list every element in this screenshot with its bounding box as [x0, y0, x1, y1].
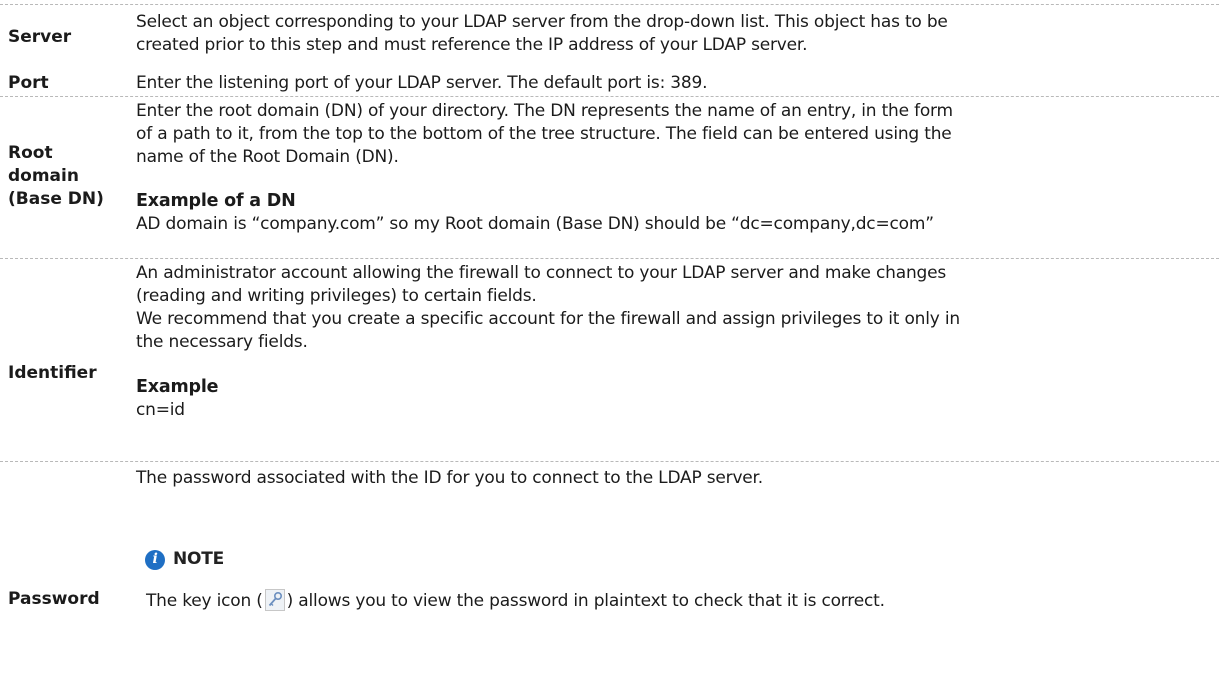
port-label: Port: [8, 73, 49, 93]
root-example-text: AD domain is “company.com” so my Root do…: [136, 214, 934, 234]
server-desc-line-1: Select an object corresponding to your L…: [136, 12, 948, 32]
port-row: Port Enter the listening port of your LD…: [0, 68, 1219, 95]
identifier-label: Identifier: [8, 363, 97, 383]
note-text: The key icon ( ) allows you to view the p…: [146, 589, 1211, 613]
root-desc-line-3: name of the Root Domain (DN).: [136, 147, 399, 167]
root-example-title: Example of a DN: [136, 191, 296, 211]
server-row: Server Select an object corresponding to…: [0, 4, 1219, 69]
server-label: Server: [8, 26, 72, 47]
password-description: The password associated with the ID for …: [136, 467, 1211, 613]
server-description: Select an object corresponding to your L…: [136, 11, 1211, 57]
note-title: NOTE: [173, 549, 225, 569]
port-description: Enter the listening port of your LDAP se…: [136, 73, 708, 93]
identifier-example-text: cn=id: [136, 400, 185, 420]
root-desc-line-2: of a path to it, from the top to the bot…: [136, 124, 952, 144]
identifier-desc-line-1: An administrator account allowing the fi…: [136, 263, 947, 283]
note-heading: i NOTE: [145, 548, 1211, 571]
root-domain-row: Root domain (Base DN) Enter the root dom…: [0, 96, 1219, 259]
identifier-desc-line-4: the necessary fields.: [136, 332, 308, 352]
server-desc-line-2: created prior to this step and must refe…: [136, 35, 808, 55]
root-domain-description: Enter the root domain (DN) of your direc…: [136, 100, 1211, 236]
root-domain-label-line-3: (Base DN): [8, 189, 104, 209]
identifier-desc-line-3: We recommend that you create a specific …: [136, 309, 960, 329]
identifier-desc-line-2: (reading and writing privileges) to cert…: [136, 286, 537, 306]
key-icon: [264, 589, 285, 611]
identifier-example-title: Example: [136, 377, 219, 397]
identifier-description: An administrator account allowing the fi…: [136, 262, 1211, 422]
info-icon: i: [145, 549, 165, 570]
root-domain-label-line-2: domain: [8, 166, 79, 186]
root-domain-label-line-1: Root: [8, 143, 53, 163]
password-label: Password: [8, 589, 100, 609]
note-text-before: The key icon (: [146, 591, 263, 611]
note-text-after: ) allows you to view the password in pla…: [286, 591, 885, 611]
root-desc-line-1: Enter the root domain (DN) of your direc…: [136, 101, 953, 121]
password-desc: The password associated with the ID for …: [136, 468, 763, 488]
identifier-row: Identifier An administrator account allo…: [0, 258, 1219, 461]
password-row: Password The password associated with th…: [0, 461, 1219, 684]
root-domain-label: Root domain (Base DN): [8, 142, 136, 211]
